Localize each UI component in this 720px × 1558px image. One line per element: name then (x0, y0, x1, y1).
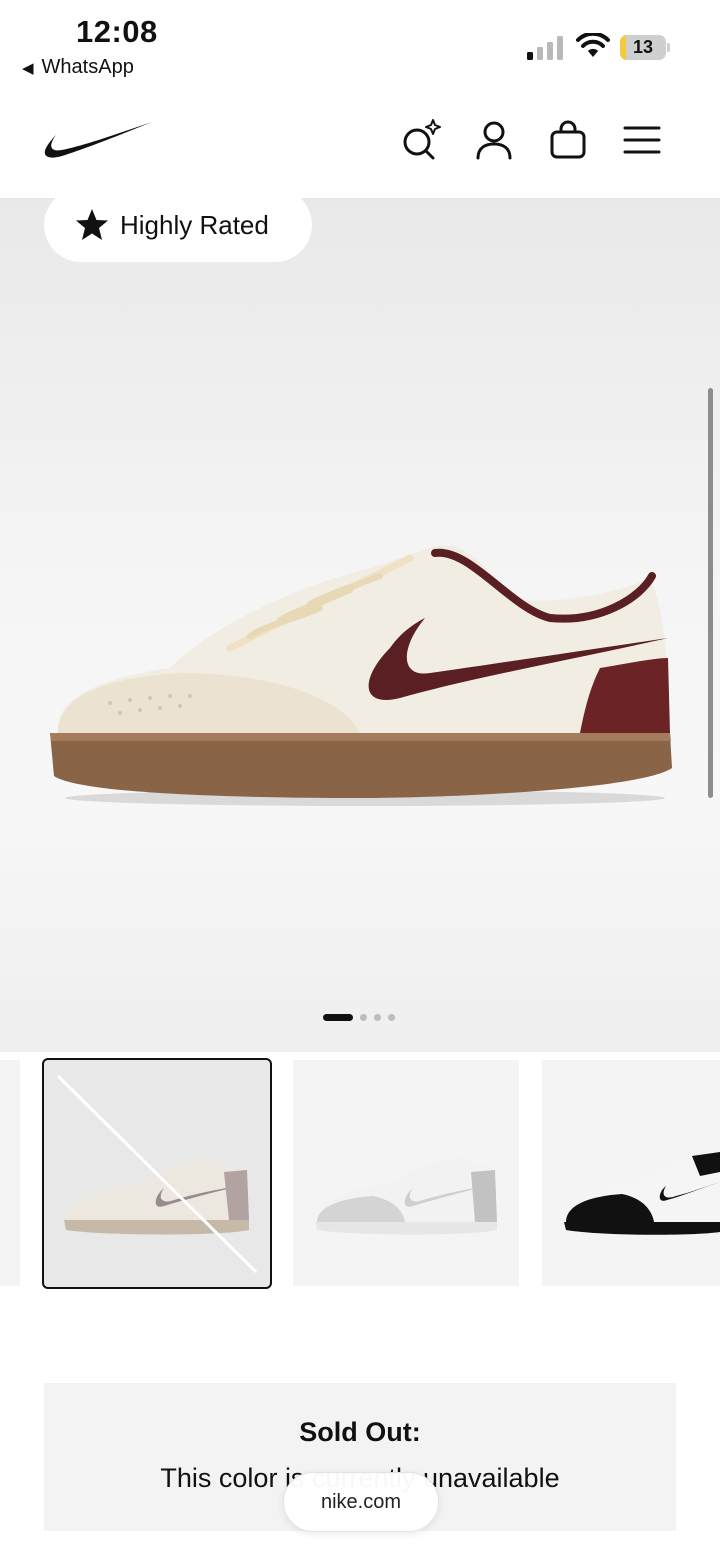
colorway-thumbnail-selected[interactable] (42, 1058, 272, 1289)
shoe-thumbnail-image (564, 1152, 720, 1235)
page-scrollbar[interactable] (708, 388, 713, 798)
battery-indicator: 13 (620, 35, 670, 60)
carousel-dot[interactable] (374, 1013, 381, 1021)
cellular-signal-icon (527, 36, 563, 60)
battery-percent: 13 (632, 37, 654, 57)
status-time: 12:08 (76, 14, 158, 49)
account-icon[interactable] (472, 118, 516, 162)
badge-label: Highly Rated (120, 209, 269, 240)
back-to-app-link[interactable]: ◀ WhatsApp (22, 56, 134, 79)
carousel-dot-active[interactable] (323, 1013, 353, 1021)
carousel-dot[interactable] (360, 1013, 367, 1021)
bag-icon[interactable] (546, 118, 590, 162)
colorway-thumbnail[interactable] (542, 1060, 720, 1286)
colorway-thumbnail-partial[interactable] (0, 1060, 20, 1286)
colorway-thumbnails (0, 1058, 720, 1290)
browser-url: nike.com (320, 1490, 402, 1513)
star-icon (76, 209, 108, 240)
nike-swoosh-icon[interactable] (42, 120, 154, 164)
ai-search-icon[interactable] (398, 118, 442, 162)
highly-rated-badge: Highly Rated (44, 198, 312, 262)
shoe-image (50, 545, 672, 806)
colorway-thumbnail[interactable] (293, 1060, 519, 1286)
carousel-dot[interactable] (388, 1013, 395, 1021)
browser-url-bar[interactable]: nike.com (283, 1472, 439, 1532)
product-hero-image[interactable]: Highly Rated (0, 198, 720, 1052)
site-header (0, 96, 720, 198)
shoe-thumbnail-image (315, 1158, 497, 1235)
carousel-pagination[interactable] (316, 1006, 404, 1028)
status-bar: 12:08 ◀ WhatsApp 13 (0, 0, 720, 96)
shoe-thumbnail-image (56, 1074, 258, 1274)
wifi-icon (576, 33, 610, 57)
sold-out-title: Sold Out: (299, 1417, 421, 1447)
menu-icon[interactable] (620, 118, 664, 162)
back-app-label: WhatsApp (41, 56, 134, 78)
back-triangle-icon: ◀ (22, 59, 34, 77)
